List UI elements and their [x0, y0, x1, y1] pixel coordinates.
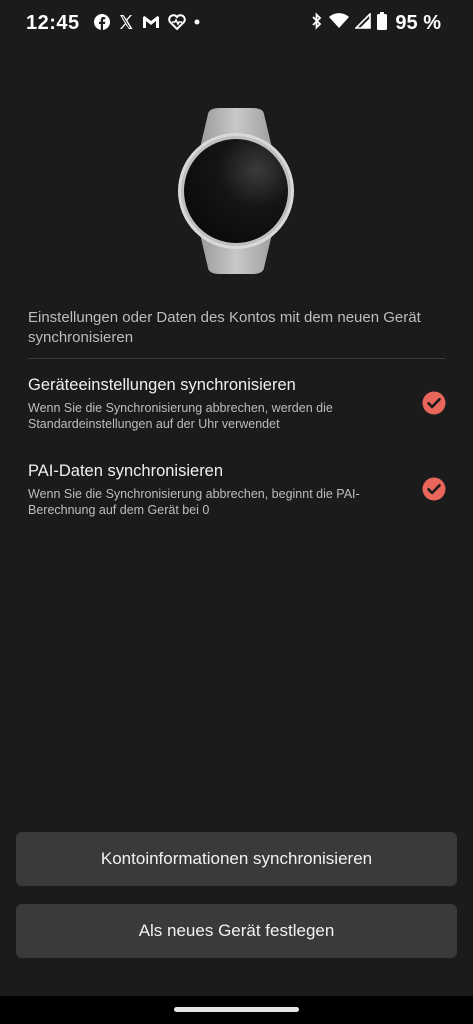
option-description: Wenn Sie die Synchronisierung abbrechen,…: [28, 487, 360, 517]
system-icons: 95 %: [311, 12, 441, 35]
wifi-icon: [329, 13, 350, 34]
option-title: PAI-Daten synchronisieren: [28, 462, 224, 480]
x-icon: [118, 14, 134, 30]
option-device-settings[interactable]: Geräteeinstellungen synchronisieren Wenn…: [28, 376, 446, 436]
health-icon: [168, 14, 186, 30]
bluetooth-icon: [311, 12, 323, 35]
battery-icon: [377, 12, 388, 35]
sync-header: Einstellungen oder Daten des Kontos mit …: [28, 309, 421, 346]
watch-illustration: [176, 108, 296, 274]
home-gesture-handle[interactable]: [174, 1007, 299, 1012]
option-title: Geräteeinstellungen synchronisieren: [28, 376, 296, 394]
battery-percentage: 95 %: [395, 12, 441, 34]
status-bar: 12:45 95 %: [0, 0, 473, 48]
cellular-signal-icon: [354, 12, 372, 34]
check-icon[interactable]: [422, 477, 446, 501]
screen: 12:45 95 % Einstellungen oder Daten des …: [0, 0, 473, 1024]
gmail-icon: [142, 14, 160, 30]
facebook-icon: [94, 14, 110, 30]
option-pai-data[interactable]: PAI-Daten synchronisieren Wenn Sie die S…: [28, 462, 446, 522]
sync-account-button[interactable]: Kontoinformationen synchronisieren: [16, 832, 457, 886]
divider: [28, 358, 445, 359]
check-icon[interactable]: [422, 391, 446, 415]
status-time: 12:45: [26, 12, 80, 34]
set-as-new-device-button[interactable]: Als neues Gerät festlegen: [16, 904, 457, 958]
dot-icon: [194, 19, 200, 25]
option-description: Wenn Sie die Synchronisierung abbrechen,…: [28, 401, 333, 431]
notification-icons: [94, 14, 200, 30]
